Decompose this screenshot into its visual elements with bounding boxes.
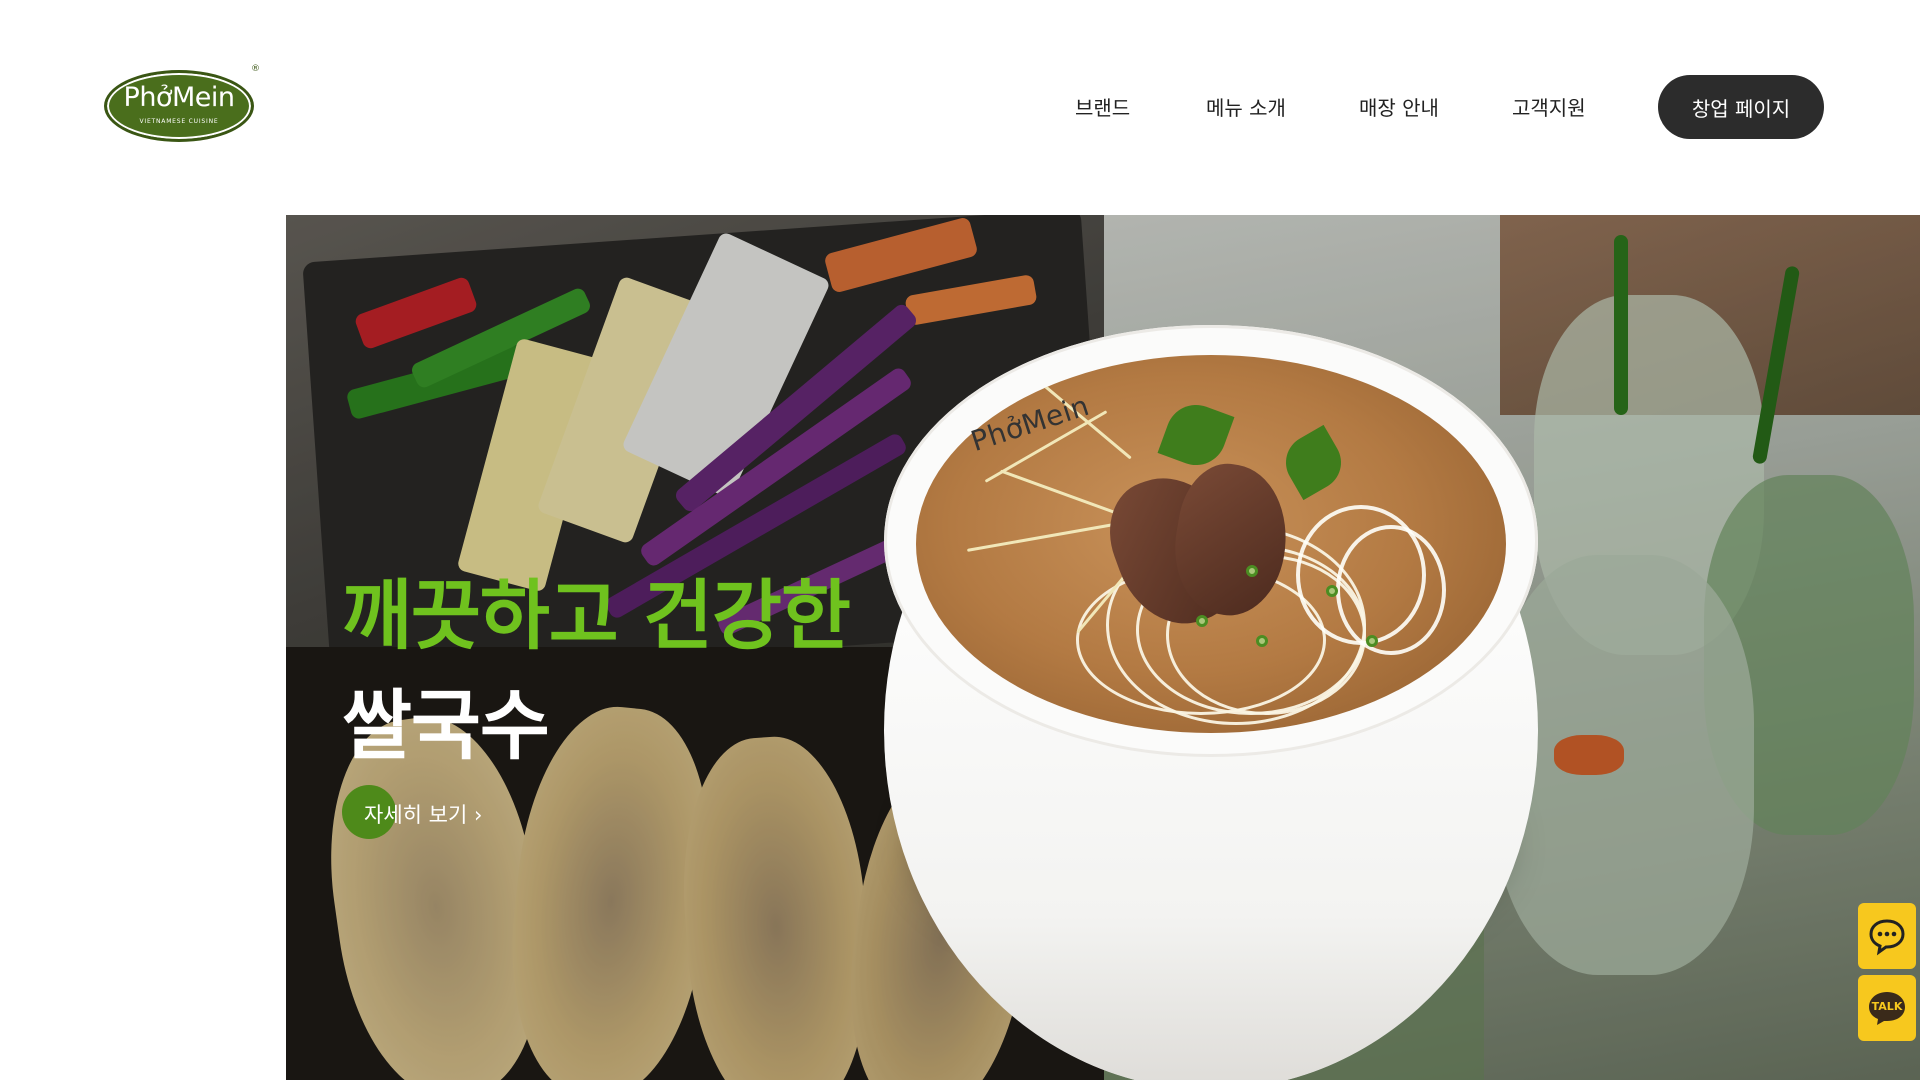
franchise-page-button[interactable]: 창업 페이지 <box>1658 75 1824 139</box>
scallion <box>1326 585 1338 597</box>
cilantro <box>1275 424 1352 501</box>
chat-button[interactable] <box>1858 903 1916 969</box>
scallion <box>1246 565 1258 577</box>
kakao-talk-label: TALK <box>1871 1000 1903 1013</box>
pho-broth <box>916 355 1506 733</box>
site-header: PhởMein VIETNAMESE CUISINE ® 브랜드 메뉴 소개 매… <box>0 0 1920 200</box>
scallion <box>1256 635 1268 647</box>
nav-item-brand[interactable]: 브랜드 <box>1075 92 1130 121</box>
nav-item-stores[interactable]: 매장 안내 <box>1359 92 1439 121</box>
main-nav: 브랜드 메뉴 소개 매장 안내 고객지원 <box>0 92 1920 122</box>
bean-sprout <box>966 521 1126 552</box>
onion-slice <box>1336 525 1446 655</box>
view-details-label: 자세히 보기 › <box>364 803 483 827</box>
hero-headline-white: 쌀국수 <box>342 681 550 770</box>
scallion <box>1366 635 1378 647</box>
nav-item-support[interactable]: 고객지원 <box>1512 92 1586 121</box>
scallion <box>1196 615 1208 627</box>
cilantro <box>1157 396 1235 474</box>
chat-bubble-icon <box>1869 919 1905 956</box>
hero-headline-green: 깨끗하고 건강한 <box>342 571 851 660</box>
kakao-talk-button[interactable]: TALK <box>1858 975 1916 1041</box>
logo-registered-mark: ® <box>251 64 260 74</box>
nav-item-menu[interactable]: 메뉴 소개 <box>1206 92 1286 121</box>
